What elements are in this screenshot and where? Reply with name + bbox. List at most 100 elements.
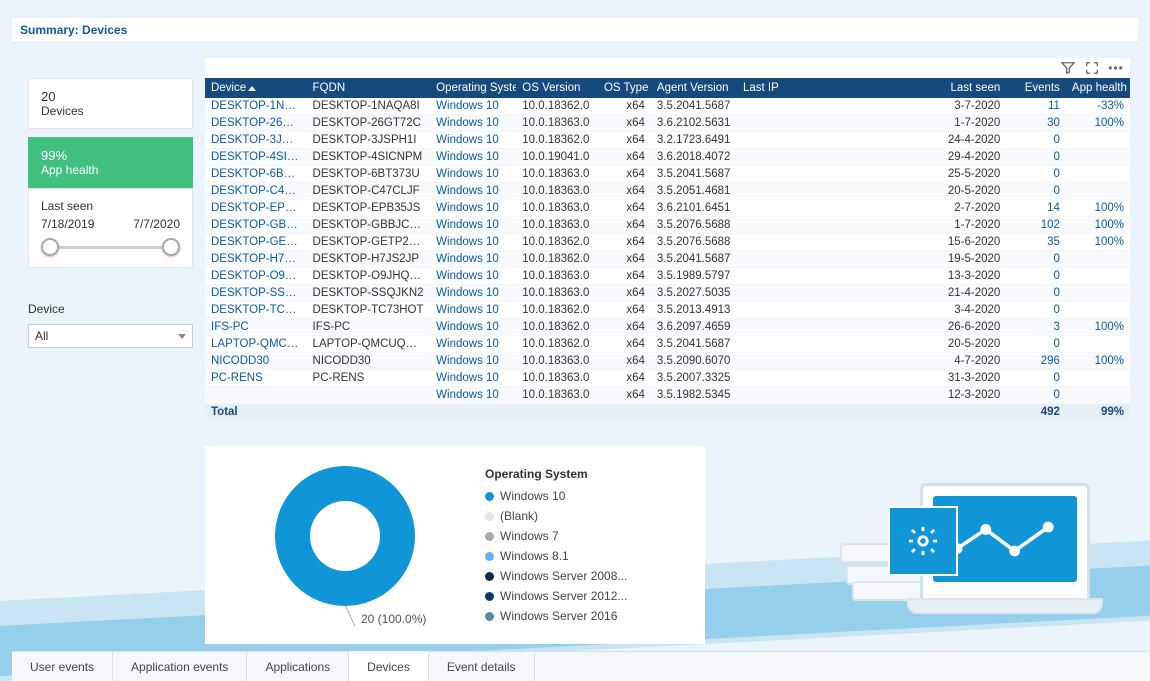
col-device[interactable]: Device: [205, 78, 307, 98]
cell-health[interactable]: 100%: [1066, 353, 1130, 370]
cell-events[interactable]: 0: [1006, 336, 1066, 353]
table-row[interactable]: Windows 1010.0.18363.0x643.5.1982.534512…: [205, 387, 1130, 404]
cell-health[interactable]: [1066, 183, 1130, 200]
table-row[interactable]: DESKTOP-O9JHQ2MDESKTOP-O9JHQ2MWindows 10…: [205, 268, 1130, 285]
tab-event-details[interactable]: Event details: [429, 652, 535, 681]
cell-os[interactable]: Windows 10: [430, 132, 516, 149]
device-filter-select[interactable]: All: [28, 324, 193, 348]
legend-item[interactable]: Windows 8.1: [485, 546, 627, 566]
legend-item[interactable]: Windows 7: [485, 526, 627, 546]
cell-health[interactable]: -33%: [1066, 98, 1130, 115]
cell-os[interactable]: Windows 10: [430, 370, 516, 387]
table-row[interactable]: DESKTOP-GETP2EMDESKTOP-GETP2EMWindows 10…: [205, 234, 1130, 251]
cell-device[interactable]: DESKTOP-C47CLJF: [205, 183, 307, 200]
cell-os[interactable]: Windows 10: [430, 251, 516, 268]
table-row[interactable]: DESKTOP-6BT373UDESKTOP-6BT373UWindows 10…: [205, 166, 1130, 183]
cell-events[interactable]: 35: [1006, 234, 1066, 251]
cell-events[interactable]: 14: [1006, 200, 1066, 217]
crumb-2[interactable]: Devices: [82, 23, 127, 37]
cell-health[interactable]: [1066, 268, 1130, 285]
cell-os[interactable]: Windows 10: [430, 285, 516, 302]
cell-os[interactable]: Windows 10: [430, 166, 516, 183]
cell-events[interactable]: 0: [1006, 268, 1066, 285]
cell-device[interactable]: DESKTOP-TC73HOT: [205, 302, 307, 319]
tab-user-events[interactable]: User events: [12, 652, 113, 681]
cell-health[interactable]: 100%: [1066, 234, 1130, 251]
cell-health[interactable]: [1066, 132, 1130, 149]
col-health[interactable]: App health: [1066, 78, 1130, 98]
cell-device[interactable]: DESKTOP-O9JHQ2M: [205, 268, 307, 285]
slider-thumb-min[interactable]: [41, 238, 59, 256]
cell-device[interactable]: NICODD30: [205, 353, 307, 370]
cell-health[interactable]: [1066, 251, 1130, 268]
col-ostype[interactable]: OS Type: [598, 78, 651, 98]
cell-os[interactable]: Windows 10: [430, 319, 516, 336]
focus-mode-icon[interactable]: [1084, 60, 1100, 76]
cell-events[interactable]: 0: [1006, 149, 1066, 166]
cell-events[interactable]: 0: [1006, 183, 1066, 200]
cell-events[interactable]: 0: [1006, 166, 1066, 183]
table-row[interactable]: DESKTOP-EPB35JSDESKTOP-EPB35JSWindows 10…: [205, 200, 1130, 217]
more-icon[interactable]: •••: [1108, 60, 1124, 76]
cell-events[interactable]: 0: [1006, 285, 1066, 302]
cell-events[interactable]: 30: [1006, 115, 1066, 132]
table-row[interactable]: DESKTOP-H7JS2JPDESKTOP-H7JS2JPWindows 10…: [205, 251, 1130, 268]
col-lastip[interactable]: Last IP: [737, 78, 936, 98]
cell-health[interactable]: 100%: [1066, 115, 1130, 132]
table-row[interactable]: PC-RENSPC-RENSWindows 1010.0.18363.0x643…: [205, 370, 1130, 387]
cell-device[interactable]: DESKTOP-GBBJCBO: [205, 217, 307, 234]
col-lastseen[interactable]: Last seen: [936, 78, 1007, 98]
cell-events[interactable]: 0: [1006, 387, 1066, 404]
cell-device[interactable]: DESKTOP-3JSPH1I: [205, 132, 307, 149]
col-events[interactable]: Events: [1006, 78, 1066, 98]
cell-events[interactable]: 296: [1006, 353, 1066, 370]
table-row[interactable]: DESKTOP-C47CLJFDESKTOP-C47CLJFWindows 10…: [205, 183, 1130, 200]
cell-device[interactable]: DESKTOP-GETP2EM: [205, 234, 307, 251]
col-agent[interactable]: Agent Version: [651, 78, 737, 98]
slider-thumb-max[interactable]: [162, 238, 180, 256]
cell-events[interactable]: 11: [1006, 98, 1066, 115]
col-osver[interactable]: OS Version: [516, 78, 598, 98]
table-row[interactable]: IFS-PCIFS-PCWindows 1010.0.18362.0x643.6…: [205, 319, 1130, 336]
cell-health[interactable]: [1066, 285, 1130, 302]
cell-events[interactable]: 0: [1006, 132, 1066, 149]
cell-events[interactable]: 0: [1006, 370, 1066, 387]
tab-devices[interactable]: Devices: [349, 651, 429, 681]
tab-application-events[interactable]: Application events: [113, 652, 247, 681]
table-row[interactable]: DESKTOP-SSQJKN2DESKTOP-SSQJKN2Windows 10…: [205, 285, 1130, 302]
table-row[interactable]: DESKTOP-3JSPH1IDESKTOP-3JSPH1IWindows 10…: [205, 132, 1130, 149]
cell-device[interactable]: DESKTOP-4SICNPM: [205, 149, 307, 166]
cell-os[interactable]: Windows 10: [430, 387, 516, 404]
cell-os[interactable]: Windows 10: [430, 115, 516, 132]
os-donut-chart[interactable]: [275, 466, 415, 606]
cell-device[interactable]: DESKTOP-SSQJKN2: [205, 285, 307, 302]
kpi-app-health[interactable]: 99% App health: [28, 137, 193, 188]
cell-os[interactable]: Windows 10: [430, 268, 516, 285]
lastseen-slider[interactable]: [41, 237, 180, 257]
table-row[interactable]: NICODD30NICODD30Windows 1010.0.18363.0x6…: [205, 353, 1130, 370]
table-row[interactable]: DESKTOP-TC73HOTDESKTOP-TC73HOTWindows 10…: [205, 302, 1130, 319]
cell-health[interactable]: 100%: [1066, 217, 1130, 234]
cell-os[interactable]: Windows 10: [430, 200, 516, 217]
cell-health[interactable]: [1066, 387, 1130, 404]
table-row[interactable]: DESKTOP-26GT72CDESKTOP-26GT72CWindows 10…: [205, 115, 1130, 132]
cell-os[interactable]: Windows 10: [430, 336, 516, 353]
legend-item[interactable]: Windows Server 2012...: [485, 586, 627, 606]
cell-health[interactable]: [1066, 166, 1130, 183]
legend-item[interactable]: (Blank): [485, 506, 627, 526]
cell-device[interactable]: DESKTOP-H7JS2JP: [205, 251, 307, 268]
table-row[interactable]: DESKTOP-GBBJCBODESKTOP-GBBJCBOWindows 10…: [205, 217, 1130, 234]
kpi-devices[interactable]: 20 Devices: [28, 78, 193, 129]
cell-os[interactable]: Windows 10: [430, 98, 516, 115]
table-row[interactable]: DESKTOP-1NAQA8IDESKTOP-1NAQA8IWindows 10…: [205, 98, 1130, 115]
cell-device[interactable]: DESKTOP-1NAQA8I: [205, 98, 307, 115]
cell-device[interactable]: [205, 387, 307, 404]
table-row[interactable]: DESKTOP-4SICNPMDESKTOP-4SICNPMWindows 10…: [205, 149, 1130, 166]
cell-health[interactable]: [1066, 370, 1130, 387]
legend-item[interactable]: Windows Server 2008...: [485, 566, 627, 586]
cell-os[interactable]: Windows 10: [430, 234, 516, 251]
cell-device[interactable]: IFS-PC: [205, 319, 307, 336]
cell-os[interactable]: Windows 10: [430, 149, 516, 166]
cell-events[interactable]: 102: [1006, 217, 1066, 234]
legend-item[interactable]: Windows 10: [485, 486, 627, 506]
